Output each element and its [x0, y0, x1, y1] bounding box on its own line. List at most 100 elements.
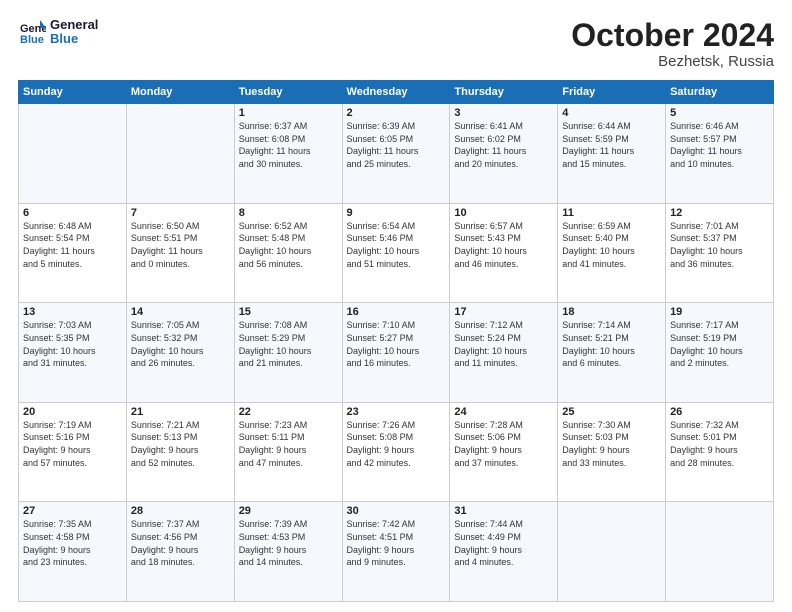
day-number: 17	[454, 306, 553, 318]
day-number: 21	[131, 406, 230, 418]
day-info: Sunrise: 7:42 AM Sunset: 4:51 PM Dayligh…	[347, 518, 446, 568]
header: General Blue General Blue October 2024 B…	[18, 18, 774, 70]
day-cell: 23Sunrise: 7:26 AM Sunset: 5:08 PM Dayli…	[342, 402, 450, 502]
day-info: Sunrise: 7:10 AM Sunset: 5:27 PM Dayligh…	[347, 319, 446, 369]
day-info: Sunrise: 6:46 AM Sunset: 5:57 PM Dayligh…	[670, 120, 769, 170]
day-info: Sunrise: 7:30 AM Sunset: 5:03 PM Dayligh…	[562, 419, 661, 469]
day-number: 6	[23, 207, 122, 219]
day-cell: 3Sunrise: 6:41 AM Sunset: 6:02 PM Daylig…	[450, 104, 558, 204]
logo-icon: General Blue	[18, 18, 46, 46]
day-info: Sunrise: 7:26 AM Sunset: 5:08 PM Dayligh…	[347, 419, 446, 469]
day-number: 3	[454, 107, 553, 119]
day-cell: 1Sunrise: 6:37 AM Sunset: 6:08 PM Daylig…	[234, 104, 342, 204]
day-info: Sunrise: 7:14 AM Sunset: 5:21 PM Dayligh…	[562, 319, 661, 369]
col-wednesday: Wednesday	[342, 81, 450, 104]
day-cell	[666, 502, 774, 602]
day-cell: 16Sunrise: 7:10 AM Sunset: 5:27 PM Dayli…	[342, 303, 450, 403]
day-cell: 10Sunrise: 6:57 AM Sunset: 5:43 PM Dayli…	[450, 203, 558, 303]
col-sunday: Sunday	[19, 81, 127, 104]
day-cell: 21Sunrise: 7:21 AM Sunset: 5:13 PM Dayli…	[126, 402, 234, 502]
logo-line1: General	[50, 18, 98, 32]
day-info: Sunrise: 7:17 AM Sunset: 5:19 PM Dayligh…	[670, 319, 769, 369]
day-number: 14	[131, 306, 230, 318]
day-info: Sunrise: 6:59 AM Sunset: 5:40 PM Dayligh…	[562, 220, 661, 270]
week-row-0: 1Sunrise: 6:37 AM Sunset: 6:08 PM Daylig…	[19, 104, 774, 204]
day-cell: 25Sunrise: 7:30 AM Sunset: 5:03 PM Dayli…	[558, 402, 666, 502]
day-info: Sunrise: 7:12 AM Sunset: 5:24 PM Dayligh…	[454, 319, 553, 369]
day-info: Sunrise: 6:39 AM Sunset: 6:05 PM Dayligh…	[347, 120, 446, 170]
week-row-4: 27Sunrise: 7:35 AM Sunset: 4:58 PM Dayli…	[19, 502, 774, 602]
day-cell: 28Sunrise: 7:37 AM Sunset: 4:56 PM Dayli…	[126, 502, 234, 602]
day-info: Sunrise: 7:37 AM Sunset: 4:56 PM Dayligh…	[131, 518, 230, 568]
day-info: Sunrise: 7:28 AM Sunset: 5:06 PM Dayligh…	[454, 419, 553, 469]
col-tuesday: Tuesday	[234, 81, 342, 104]
day-cell: 11Sunrise: 6:59 AM Sunset: 5:40 PM Dayli…	[558, 203, 666, 303]
day-number: 12	[670, 207, 769, 219]
col-saturday: Saturday	[666, 81, 774, 104]
col-friday: Friday	[558, 81, 666, 104]
week-row-3: 20Sunrise: 7:19 AM Sunset: 5:16 PM Dayli…	[19, 402, 774, 502]
day-number: 5	[670, 107, 769, 119]
day-info: Sunrise: 7:19 AM Sunset: 5:16 PM Dayligh…	[23, 419, 122, 469]
svg-text:Blue: Blue	[20, 34, 44, 46]
logo: General Blue General Blue	[18, 18, 98, 47]
calendar: Sunday Monday Tuesday Wednesday Thursday…	[18, 80, 774, 602]
day-number: 4	[562, 107, 661, 119]
day-cell: 9Sunrise: 6:54 AM Sunset: 5:46 PM Daylig…	[342, 203, 450, 303]
day-cell: 27Sunrise: 7:35 AM Sunset: 4:58 PM Dayli…	[19, 502, 127, 602]
day-cell: 2Sunrise: 6:39 AM Sunset: 6:05 PM Daylig…	[342, 104, 450, 204]
day-cell: 31Sunrise: 7:44 AM Sunset: 4:49 PM Dayli…	[450, 502, 558, 602]
day-number: 27	[23, 505, 122, 517]
day-cell	[558, 502, 666, 602]
day-cell: 26Sunrise: 7:32 AM Sunset: 5:01 PM Dayli…	[666, 402, 774, 502]
day-number: 1	[239, 107, 338, 119]
day-cell: 12Sunrise: 7:01 AM Sunset: 5:37 PM Dayli…	[666, 203, 774, 303]
day-cell: 14Sunrise: 7:05 AM Sunset: 5:32 PM Dayli…	[126, 303, 234, 403]
day-info: Sunrise: 7:05 AM Sunset: 5:32 PM Dayligh…	[131, 319, 230, 369]
day-number: 24	[454, 406, 553, 418]
day-info: Sunrise: 7:44 AM Sunset: 4:49 PM Dayligh…	[454, 518, 553, 568]
day-info: Sunrise: 6:37 AM Sunset: 6:08 PM Dayligh…	[239, 120, 338, 170]
day-cell: 20Sunrise: 7:19 AM Sunset: 5:16 PM Dayli…	[19, 402, 127, 502]
day-info: Sunrise: 6:48 AM Sunset: 5:54 PM Dayligh…	[23, 220, 122, 270]
day-number: 16	[347, 306, 446, 318]
week-row-2: 13Sunrise: 7:03 AM Sunset: 5:35 PM Dayli…	[19, 303, 774, 403]
col-thursday: Thursday	[450, 81, 558, 104]
day-info: Sunrise: 7:32 AM Sunset: 5:01 PM Dayligh…	[670, 419, 769, 469]
subtitle: Bezhetsk, Russia	[571, 53, 774, 70]
day-number: 26	[670, 406, 769, 418]
day-cell: 13Sunrise: 7:03 AM Sunset: 5:35 PM Dayli…	[19, 303, 127, 403]
day-cell: 17Sunrise: 7:12 AM Sunset: 5:24 PM Dayli…	[450, 303, 558, 403]
month-title: October 2024	[571, 18, 774, 53]
day-info: Sunrise: 7:21 AM Sunset: 5:13 PM Dayligh…	[131, 419, 230, 469]
day-number: 15	[239, 306, 338, 318]
day-info: Sunrise: 6:54 AM Sunset: 5:46 PM Dayligh…	[347, 220, 446, 270]
day-info: Sunrise: 6:57 AM Sunset: 5:43 PM Dayligh…	[454, 220, 553, 270]
day-info: Sunrise: 6:50 AM Sunset: 5:51 PM Dayligh…	[131, 220, 230, 270]
day-info: Sunrise: 6:52 AM Sunset: 5:48 PM Dayligh…	[239, 220, 338, 270]
day-number: 22	[239, 406, 338, 418]
header-row: Sunday Monday Tuesday Wednesday Thursday…	[19, 81, 774, 104]
day-number: 28	[131, 505, 230, 517]
day-number: 11	[562, 207, 661, 219]
day-cell: 22Sunrise: 7:23 AM Sunset: 5:11 PM Dayli…	[234, 402, 342, 502]
day-cell: 15Sunrise: 7:08 AM Sunset: 5:29 PM Dayli…	[234, 303, 342, 403]
day-cell: 4Sunrise: 6:44 AM Sunset: 5:59 PM Daylig…	[558, 104, 666, 204]
day-number: 2	[347, 107, 446, 119]
day-number: 8	[239, 207, 338, 219]
day-cell: 5Sunrise: 6:46 AM Sunset: 5:57 PM Daylig…	[666, 104, 774, 204]
page: General Blue General Blue October 2024 B…	[0, 0, 792, 612]
day-number: 23	[347, 406, 446, 418]
day-cell	[19, 104, 127, 204]
day-cell: 30Sunrise: 7:42 AM Sunset: 4:51 PM Dayli…	[342, 502, 450, 602]
day-number: 19	[670, 306, 769, 318]
day-info: Sunrise: 7:39 AM Sunset: 4:53 PM Dayligh…	[239, 518, 338, 568]
day-cell: 29Sunrise: 7:39 AM Sunset: 4:53 PM Dayli…	[234, 502, 342, 602]
day-info: Sunrise: 7:03 AM Sunset: 5:35 PM Dayligh…	[23, 319, 122, 369]
day-cell: 8Sunrise: 6:52 AM Sunset: 5:48 PM Daylig…	[234, 203, 342, 303]
day-cell: 7Sunrise: 6:50 AM Sunset: 5:51 PM Daylig…	[126, 203, 234, 303]
day-number: 31	[454, 505, 553, 517]
day-number: 20	[23, 406, 122, 418]
day-number: 9	[347, 207, 446, 219]
day-number: 30	[347, 505, 446, 517]
